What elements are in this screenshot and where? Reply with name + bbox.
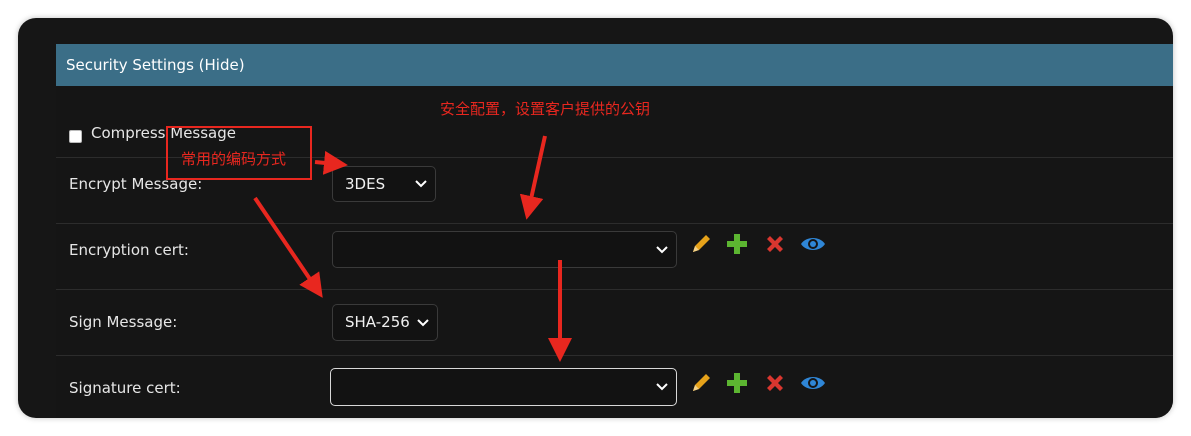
- sign-message-value: SHA-256: [345, 313, 410, 331]
- signature-cert-label: Signature cert:: [69, 379, 181, 397]
- chevron-down-icon: [417, 318, 429, 326]
- annotation-encoding-note: 常用的编码方式: [181, 150, 287, 168]
- encrypt-message-select[interactable]: 3DES: [332, 166, 436, 202]
- security-settings-header[interactable]: Security Settings (Hide): [56, 44, 1173, 86]
- eye-icon[interactable]: [800, 231, 826, 257]
- encryption-cert-value: [341, 240, 641, 260]
- encrypt-message-value: 3DES: [345, 175, 386, 193]
- encryption-cert-select[interactable]: [332, 231, 677, 268]
- compress-message-checkbox[interactable]: [69, 130, 82, 143]
- chevron-down-icon: [656, 245, 668, 253]
- pencil-icon[interactable]: [688, 370, 714, 396]
- row-divider: [56, 223, 1173, 224]
- encryption-cert-label: Encryption cert:: [69, 241, 189, 259]
- row-divider: [56, 289, 1173, 290]
- row-divider: [56, 355, 1173, 356]
- signature-cert-select[interactable]: [330, 368, 677, 406]
- x-icon[interactable]: [762, 231, 788, 257]
- chevron-down-icon: [656, 383, 668, 391]
- signature-cert-value: [339, 377, 639, 397]
- annotation-security-note: 安全配置，设置客户提供的公钥: [440, 100, 651, 118]
- plus-icon[interactable]: [724, 370, 750, 396]
- sign-message-select[interactable]: SHA-256: [332, 304, 438, 341]
- screenshot-frame: Security Settings (Hide) Compress Messag…: [18, 18, 1173, 418]
- plus-icon[interactable]: [724, 231, 750, 257]
- eye-icon[interactable]: [800, 370, 826, 396]
- chevron-down-icon: [415, 180, 427, 188]
- sign-message-label: Sign Message:: [69, 313, 178, 331]
- x-icon[interactable]: [762, 370, 788, 396]
- pencil-icon[interactable]: [688, 231, 714, 257]
